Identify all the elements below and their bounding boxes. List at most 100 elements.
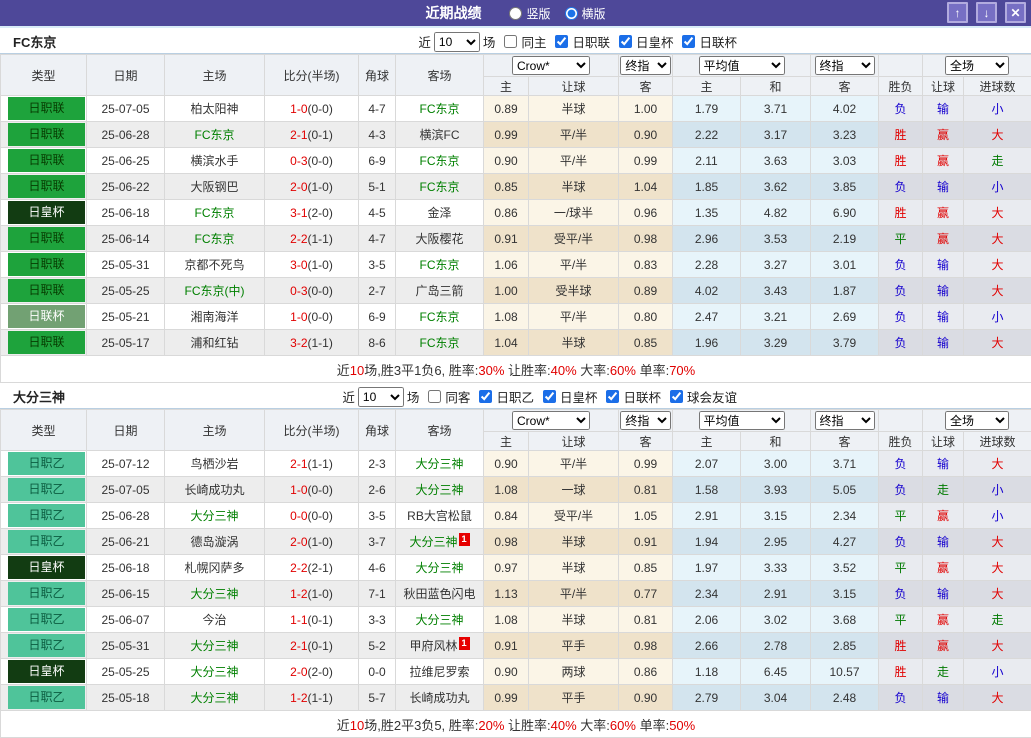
league-filter-checkbox[interactable] — [682, 35, 695, 48]
summary-segment: 场,胜2平3负5, 胜率: — [364, 718, 478, 733]
league-badge: 日职乙 — [8, 608, 85, 631]
handicap-away-odds: 1.05 — [619, 503, 673, 529]
avg-away-odds: 4.02 — [811, 96, 879, 122]
final-odds-select[interactable]: 终指 — [620, 56, 670, 75]
avg-away-odds: 3.85 — [811, 174, 879, 200]
layout-option-vertical[interactable]: 竖版 — [509, 5, 550, 22]
halftime-score: (0-1) — [308, 613, 333, 627]
avg-home-odds: 2.34 — [673, 581, 741, 607]
summary-segment: 单率: — [636, 363, 669, 378]
same-venue-checkbox[interactable] — [428, 390, 441, 403]
result-goals: 小 — [964, 477, 1031, 503]
avg-draw-odds: 2.78 — [741, 633, 811, 659]
handicap-home-odds: 0.99 — [484, 685, 529, 711]
match-date: 25-06-18 — [87, 200, 165, 226]
corner-score: 3-3 — [359, 607, 396, 633]
layout-radio-horizontal-label: 横版 — [582, 5, 606, 22]
same-venue-label: 同客 — [445, 387, 470, 406]
final-odds-select-2[interactable]: 终指 — [815, 411, 875, 430]
league-type-cell: 日职乙 — [1, 529, 87, 555]
summary-segment: 大率: — [577, 718, 610, 733]
away-team-name: 大分三神 — [409, 535, 457, 549]
team-name: FC东京 — [13, 32, 56, 51]
final-odds-select-2[interactable]: 终指 — [815, 56, 875, 75]
away-team: 广岛三箭 — [396, 278, 484, 304]
away-team-name: 甲府风林 — [409, 639, 457, 653]
result-winloss: 胜 — [879, 633, 923, 659]
away-team-name: FC东京 — [420, 102, 460, 116]
sub-header-handicap-result: 让球 — [923, 77, 964, 96]
league-filter-checkbox[interactable] — [619, 35, 632, 48]
avg-home-odds: 2.79 — [673, 685, 741, 711]
corner-score: 2-6 — [359, 477, 396, 503]
red-card-count: 1 — [459, 533, 470, 546]
final-odds-select[interactable]: 终指 — [620, 411, 670, 430]
halftime-score: (1-1) — [308, 232, 333, 246]
away-team-name: FC东京 — [420, 180, 460, 194]
move-up-button[interactable]: ↑ — [947, 2, 968, 23]
average-odds-select[interactable]: 平均值 — [699, 56, 785, 75]
handicap-line: 半球 — [529, 96, 619, 122]
layout-option-horizontal[interactable]: 横版 — [565, 5, 606, 22]
corner-score: 3-5 — [359, 252, 396, 278]
match-score: 3-0(1-0) — [265, 252, 359, 278]
avg-home-odds: 2.66 — [673, 633, 741, 659]
handicap-line: 半球 — [529, 555, 619, 581]
home-team: 大阪钢巴 — [165, 174, 265, 200]
col-header-score: 比分(半场) — [265, 55, 359, 96]
league-filter-checkbox[interactable] — [606, 390, 619, 403]
home-team-name: FC东京 — [195, 128, 235, 142]
league-filter-checkbox[interactable] — [555, 35, 568, 48]
league-type-cell: 日职联 — [1, 226, 87, 252]
col-header-corner: 角球 — [359, 410, 396, 451]
result-goals: 大 — [964, 278, 1031, 304]
average-odds-select[interactable]: 平均值 — [699, 411, 785, 430]
odds-source-select[interactable]: Crow* — [512, 56, 590, 75]
layout-radio-vertical[interactable] — [509, 7, 522, 20]
match-date: 25-06-15 — [87, 581, 165, 607]
same-venue-checkbox[interactable] — [504, 35, 517, 48]
league-filter-checkbox[interactable] — [479, 390, 492, 403]
league-filter-checkbox[interactable] — [543, 390, 556, 403]
home-team: 长崎成功丸 — [165, 477, 265, 503]
odds-source-select[interactable]: Crow* — [512, 411, 590, 430]
home-team-name: 长崎成功丸 — [184, 483, 244, 497]
final-odds-cell: 终指 — [619, 410, 673, 432]
filter-bar: 近10场同主日职联日皇杯日联杯 — [418, 30, 737, 53]
league-type-cell: 日联杯 — [1, 304, 87, 330]
avg-away-odds: 10.57 — [811, 659, 879, 685]
avg-home-odds: 2.11 — [673, 148, 741, 174]
league-filter-checkbox[interactable] — [670, 390, 683, 403]
match-row: 日职乙25-07-05长崎成功丸1-0(0-0)2-6大分三神1.08一球0.8… — [1, 477, 1031, 503]
result-winloss: 负 — [879, 330, 923, 356]
scope-select[interactable]: 全场 — [945, 56, 1009, 75]
halftime-score: (1-1) — [308, 336, 333, 350]
league-badge: 日职乙 — [8, 530, 85, 553]
away-team: 大分三神 — [396, 607, 484, 633]
result-goals: 大 — [964, 226, 1031, 252]
fulltime-score: 2-1 — [290, 639, 307, 653]
league-badge: 日职乙 — [8, 478, 85, 501]
scope-select[interactable]: 全场 — [945, 411, 1009, 430]
titlebar-buttons: ↑ ↓ ✕ — [947, 2, 1026, 23]
halftime-score: (1-0) — [308, 587, 333, 601]
league-type-cell: 日皇杯 — [1, 555, 87, 581]
move-down-button[interactable]: ↓ — [976, 2, 997, 23]
handicap-line: 两球 — [529, 659, 619, 685]
fulltime-score: 2-0 — [290, 180, 307, 194]
league-badge: 日职联 — [8, 331, 85, 354]
layout-radio-horizontal[interactable] — [565, 7, 578, 20]
recent-count-select[interactable]: 10 — [358, 387, 404, 407]
red-card-count: 1 — [459, 637, 470, 650]
match-row: 日职联25-05-17浦和红钻3-2(1-1)8-6FC东京1.04半球0.85… — [1, 330, 1031, 356]
match-row: 日职联25-07-05柏太阳神1-0(0-0)4-7FC东京0.89半球1.00… — [1, 96, 1031, 122]
close-button[interactable]: ✕ — [1005, 2, 1026, 23]
match-row: 日职乙25-05-31大分三神2-1(0-1)5-2甲府风林10.91平手0.9… — [1, 633, 1031, 659]
match-date: 25-05-31 — [87, 633, 165, 659]
match-row: 日皇杯25-06-18FC东京3-1(2-0)4-5金泽0.86一/球半0.96… — [1, 200, 1031, 226]
league-badge: 日职乙 — [8, 504, 85, 527]
match-row: 日职乙25-06-07今治1-1(0-1)3-3大分三神1.08半球0.812.… — [1, 607, 1031, 633]
result-winloss: 负 — [879, 477, 923, 503]
recent-count-select[interactable]: 10 — [434, 32, 480, 52]
league-badge: 日职联 — [8, 279, 85, 302]
